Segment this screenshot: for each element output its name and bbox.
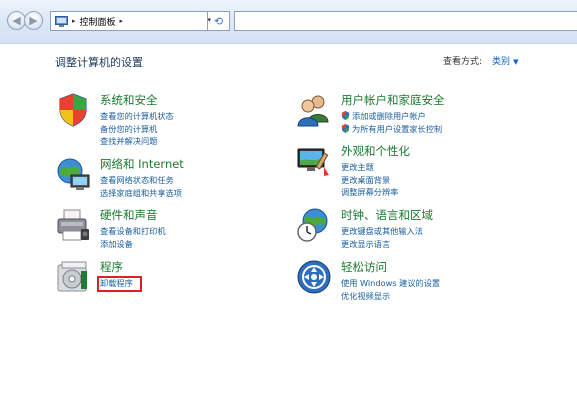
link-change-display-language[interactable]: 更改显示语言: [341, 238, 423, 251]
link-screen-resolution[interactable]: 调整屏幕分辨率: [341, 186, 398, 199]
category-title[interactable]: 网络和 Internet: [100, 156, 184, 172]
category-title[interactable]: 系统和安全: [100, 92, 158, 108]
control-panel-icon: [55, 15, 68, 27]
link-homegroup-sharing[interactable]: 选择家庭组和共享选项: [100, 187, 182, 200]
link-parental-controls[interactable]: 为所有用户设置家长控制: [341, 123, 442, 136]
category-title[interactable]: 外观和个性化: [341, 143, 410, 159]
category-title[interactable]: 程序: [100, 259, 123, 275]
navigation-bar: ◀ ▶ ▸ 控制面板 ▸ ▾ ⟲: [0, 0, 577, 44]
view-mode: 查看方式: 类别 ▼: [443, 54, 518, 67]
link-add-device[interactable]: 添加设备: [100, 238, 166, 251]
page-title: 调整计算机的设置: [55, 56, 143, 69]
forward-button[interactable]: ▶: [24, 11, 43, 30]
search-input[interactable]: [234, 11, 577, 31]
link-find-fix-problems[interactable]: 查找并解决问题: [100, 135, 174, 148]
category-title[interactable]: 硬件和声音: [100, 207, 158, 223]
breadcrumb-control-panel[interactable]: 控制面板: [80, 15, 116, 28]
link-view-computer-status[interactable]: 查看您的计算机状态: [100, 110, 174, 123]
view-mode-label: 查看方式:: [443, 57, 483, 67]
programs-disc-icon: [57, 261, 87, 292]
users-icon: [297, 95, 329, 127]
shield-icon: [59, 93, 87, 127]
network-globe-icon: [57, 158, 90, 190]
ease-of-access-icon: [297, 260, 331, 294]
link-optimize-display[interactable]: 优化视频显示: [341, 290, 440, 303]
uac-shield-icon: [341, 111, 350, 120]
category-title[interactable]: 用户帐户和家庭安全: [341, 92, 445, 108]
highlight-box: [97, 276, 142, 292]
link-add-remove-accounts[interactable]: 添加或删除用户帐户: [341, 110, 442, 123]
link-recommended-settings[interactable]: 使用 Windows 建议的设置: [341, 277, 440, 290]
link-change-theme[interactable]: 更改主题: [341, 161, 398, 174]
clock-globe-icon: [297, 208, 328, 242]
address-bar[interactable]: ▸ 控制面板 ▸ ▾: [50, 11, 230, 31]
forward-arrow-icon: ▶: [29, 14, 38, 27]
monitor-paint-icon: [297, 148, 329, 176]
link-backup-computer[interactable]: 备份您的计算机: [100, 123, 174, 136]
link-label: 为所有用户设置家长控制: [352, 123, 443, 134]
breadcrumb-arrow-icon: ▸: [72, 17, 76, 25]
back-arrow-icon: ◀: [12, 14, 21, 27]
printer-icon: [57, 209, 89, 241]
category-title[interactable]: 轻松访问: [341, 259, 387, 275]
link-devices-printers[interactable]: 查看设备和打印机: [100, 225, 166, 238]
link-change-input-method[interactable]: 更改键盘或其他输入法: [341, 225, 423, 238]
chevron-down-icon[interactable]: ▼: [513, 58, 518, 66]
link-change-background[interactable]: 更改桌面背景: [341, 174, 398, 187]
view-mode-dropdown[interactable]: 类别: [492, 57, 510, 67]
refresh-button[interactable]: ⟲: [207, 11, 229, 31]
breadcrumb-arrow-icon[interactable]: ▸: [120, 17, 124, 25]
uac-shield-icon: [341, 123, 350, 133]
category-title[interactable]: 时钟、语言和区域: [341, 207, 433, 223]
link-label: 添加或删除用户帐户: [352, 111, 426, 121]
link-view-network-status[interactable]: 查看网络状态和任务: [100, 174, 182, 187]
refresh-icon: ⟲: [213, 14, 224, 28]
